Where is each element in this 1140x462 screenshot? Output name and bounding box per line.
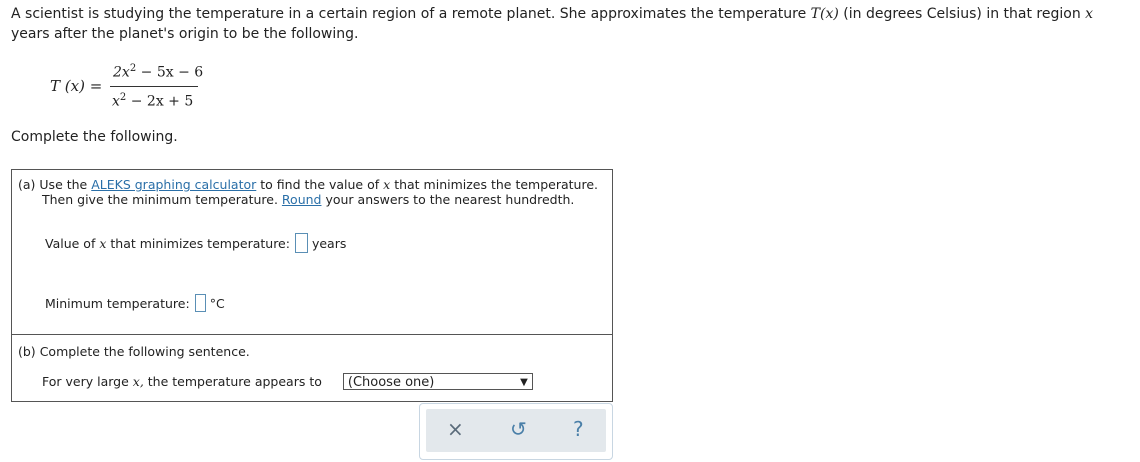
value-x-row: Value of x that minimizes temperature: y…: [45, 233, 346, 253]
t-symbol: T: [810, 6, 821, 22]
temperature-formula: T (x) = 2x2 − 5x − 6 x2 − 2x + 5: [50, 63, 204, 110]
formula-denominator: x2 − 2x + 5: [112, 92, 194, 110]
fraction-bar: [110, 86, 198, 87]
aleks-calculator-link[interactable]: ALEKS graphing calculator: [91, 177, 256, 192]
complete-instruction: Complete the following.: [11, 129, 178, 145]
chevron-down-icon: ▼: [520, 377, 528, 388]
part-b: (b) Complete the following sentence. For…: [12, 335, 612, 401]
help-icon[interactable]: ?: [573, 417, 584, 441]
part-a: (a) Use the ALEKS graphing calculator to…: [12, 170, 612, 335]
round-link[interactable]: Round: [282, 192, 322, 207]
choose-one-select[interactable]: (Choose one) ▼: [342, 373, 533, 390]
clear-icon[interactable]: ×: [447, 417, 464, 441]
sentence-row: For very large x, the temperature appear…: [42, 373, 533, 390]
answer-toolbar: × ↺ ?: [419, 403, 613, 460]
undo-icon[interactable]: ↺: [510, 417, 527, 441]
formula-numerator: 2x2 − 5x − 6: [113, 63, 204, 81]
question-panel: (a) Use the ALEKS graphing calculator to…: [11, 169, 613, 402]
problem-statement: A scientist is studying the temperature …: [11, 6, 1094, 42]
min-temp-row: Minimum temperature: °C: [45, 294, 225, 312]
min-temp-input[interactable]: [194, 294, 206, 312]
value-x-input[interactable]: [294, 233, 308, 253]
